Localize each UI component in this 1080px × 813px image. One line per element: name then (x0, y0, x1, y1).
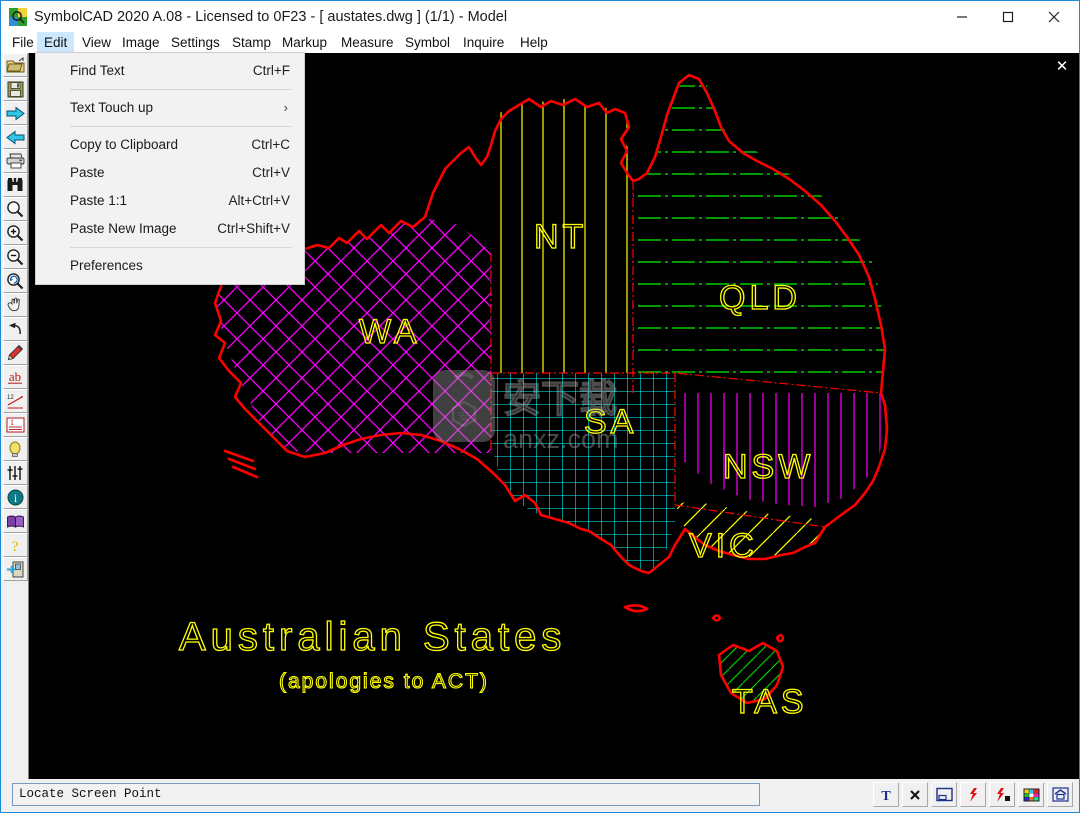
menu-separator (70, 247, 292, 248)
state-fill-qld (633, 75, 885, 393)
state-label-qld: QLD (719, 279, 801, 317)
menu-markup[interactable]: Markup (275, 32, 334, 53)
lightbulb-icon[interactable] (2, 437, 28, 461)
menu-item-label: Paste (70, 165, 105, 180)
menu-stamp[interactable]: Stamp (225, 32, 278, 53)
pan-hand-icon[interactable] (2, 293, 28, 317)
arrow-right-icon[interactable] (2, 101, 28, 125)
status-message-field[interactable]: Locate Screen Point (12, 783, 760, 806)
application-window: SymbolCAD 2020 A.08 - Licensed to 0F23 -… (0, 0, 1080, 813)
menu-item-label: Text Touch up (70, 100, 154, 115)
edit-dropdown-menu: Find Text Ctrl+F Text Touch up › Copy to… (35, 52, 305, 285)
status-message: Locate Screen Point (19, 787, 162, 801)
status-icon-group: T (873, 782, 1073, 807)
window-title: SymbolCAD 2020 A.08 - Licensed to 0F23 -… (34, 9, 508, 25)
menu-item-label: Find Text (70, 63, 125, 78)
menu-separator (70, 126, 292, 127)
state-label-vic: VIC (689, 527, 758, 565)
menu-item-label: Paste 1:1 (70, 193, 128, 208)
state-label-nsw: NSW (723, 448, 814, 486)
title-bar: SymbolCAD 2020 A.08 - Licensed to 0F23 -… (1, 1, 1079, 32)
svg-text:ab: ab (9, 369, 21, 384)
menu-item-copy-to-clipboard[interactable]: Copy to Clipboard Ctrl+C (36, 131, 304, 159)
close-x-icon[interactable] (902, 782, 928, 807)
dimension-icon[interactable]: 12 (2, 389, 28, 413)
state-label-wa: WA (359, 313, 421, 351)
menu-view[interactable]: View (75, 32, 118, 53)
menu-item-label: Preferences (70, 258, 143, 273)
menu-inquire[interactable]: Inquire (456, 32, 511, 53)
save-disk-icon[interactable] (2, 77, 28, 101)
minimize-button[interactable] (939, 1, 985, 32)
close-document-icon[interactable]: ✕ (1053, 58, 1071, 76)
close-button[interactable] (1031, 1, 1077, 32)
color-palette-icon[interactable] (1018, 782, 1044, 807)
menu-image[interactable]: Image (115, 32, 167, 53)
menu-item-paste[interactable]: Paste Ctrl+V (36, 159, 304, 187)
text-tool-icon[interactable]: T (873, 782, 899, 807)
menu-separator (70, 89, 292, 90)
home-icon[interactable] (1047, 782, 1073, 807)
exit-door-icon[interactable] (2, 557, 28, 581)
info-icon[interactable]: i (2, 485, 28, 509)
menu-item-label: Copy to Clipboard (70, 137, 179, 152)
menu-settings[interactable]: Settings (164, 32, 227, 53)
menu-item-accel: Ctrl+V (252, 165, 290, 180)
arrow-left-icon[interactable] (2, 125, 28, 149)
ab-text-icon[interactable]: ab (2, 365, 28, 389)
svg-text:1: 1 (10, 418, 14, 427)
svg-text:T: T (881, 789, 891, 803)
window-icon[interactable] (931, 782, 957, 807)
menu-file[interactable]: File (5, 32, 41, 53)
state-label-nt: NT (534, 218, 587, 256)
lightning-icon[interactable] (960, 782, 986, 807)
zoom-previous-icon[interactable] (2, 269, 28, 293)
menu-item-accel: Ctrl+C (251, 137, 290, 152)
line-number-icon[interactable]: 1 (2, 413, 28, 437)
app-icon (9, 8, 27, 26)
svg-text:12: 12 (7, 395, 14, 401)
drawing-subtitle: (apologies to ACT) (279, 670, 489, 693)
open-folder-icon[interactable] (2, 53, 28, 77)
printer-icon[interactable] (2, 149, 28, 173)
state-label-sa: SA (584, 403, 637, 441)
menu-item-paste-new-image[interactable]: Paste New Image Ctrl+Shift+V (36, 215, 304, 243)
menu-item-paste-1-1[interactable]: Paste 1:1 Alt+Ctrl+V (36, 187, 304, 215)
drawing-title: Australian States (179, 615, 566, 659)
question-help-icon[interactable]: ? (2, 533, 28, 557)
svg-text:?: ? (12, 539, 19, 554)
chevron-right-icon: › (283, 100, 288, 115)
menu-symbol[interactable]: Symbol (398, 32, 457, 53)
menu-item-label: Paste New Image (70, 221, 177, 236)
maximize-button[interactable] (985, 1, 1031, 32)
binoculars-icon[interactable] (2, 173, 28, 197)
lightning-box-icon[interactable] (989, 782, 1015, 807)
state-label-tas: TAS (732, 683, 808, 721)
left-toolbar: ab 12 1 i ? (2, 53, 29, 584)
pencil-icon[interactable] (2, 341, 28, 365)
zoom-in-icon[interactable] (2, 221, 28, 245)
status-bar: Locate Screen Point T (2, 779, 1079, 811)
menu-measure[interactable]: Measure (334, 32, 401, 53)
undo-arrow-icon[interactable] (2, 317, 28, 341)
magnifier-icon[interactable] (2, 197, 28, 221)
menu-item-find-text[interactable]: Find Text Ctrl+F (36, 57, 304, 85)
menu-item-accel: Ctrl+Shift+V (217, 221, 290, 236)
menu-bar: File Edit View Image Settings Stamp Mark… (1, 32, 1079, 53)
menu-item-accel: Ctrl+F (252, 63, 290, 78)
book-icon[interactable] (2, 509, 28, 533)
menu-item-text-touch-up[interactable]: Text Touch up › (36, 94, 304, 122)
menu-edit[interactable]: Edit (37, 32, 75, 53)
sliders-icon[interactable] (2, 461, 28, 485)
menu-item-preferences[interactable]: Preferences (36, 252, 304, 280)
menu-help[interactable]: Help (513, 32, 555, 53)
menu-item-accel: Alt+Ctrl+V (228, 193, 290, 208)
zoom-out-icon[interactable] (2, 245, 28, 269)
toolbar-empty-area (2, 584, 29, 780)
